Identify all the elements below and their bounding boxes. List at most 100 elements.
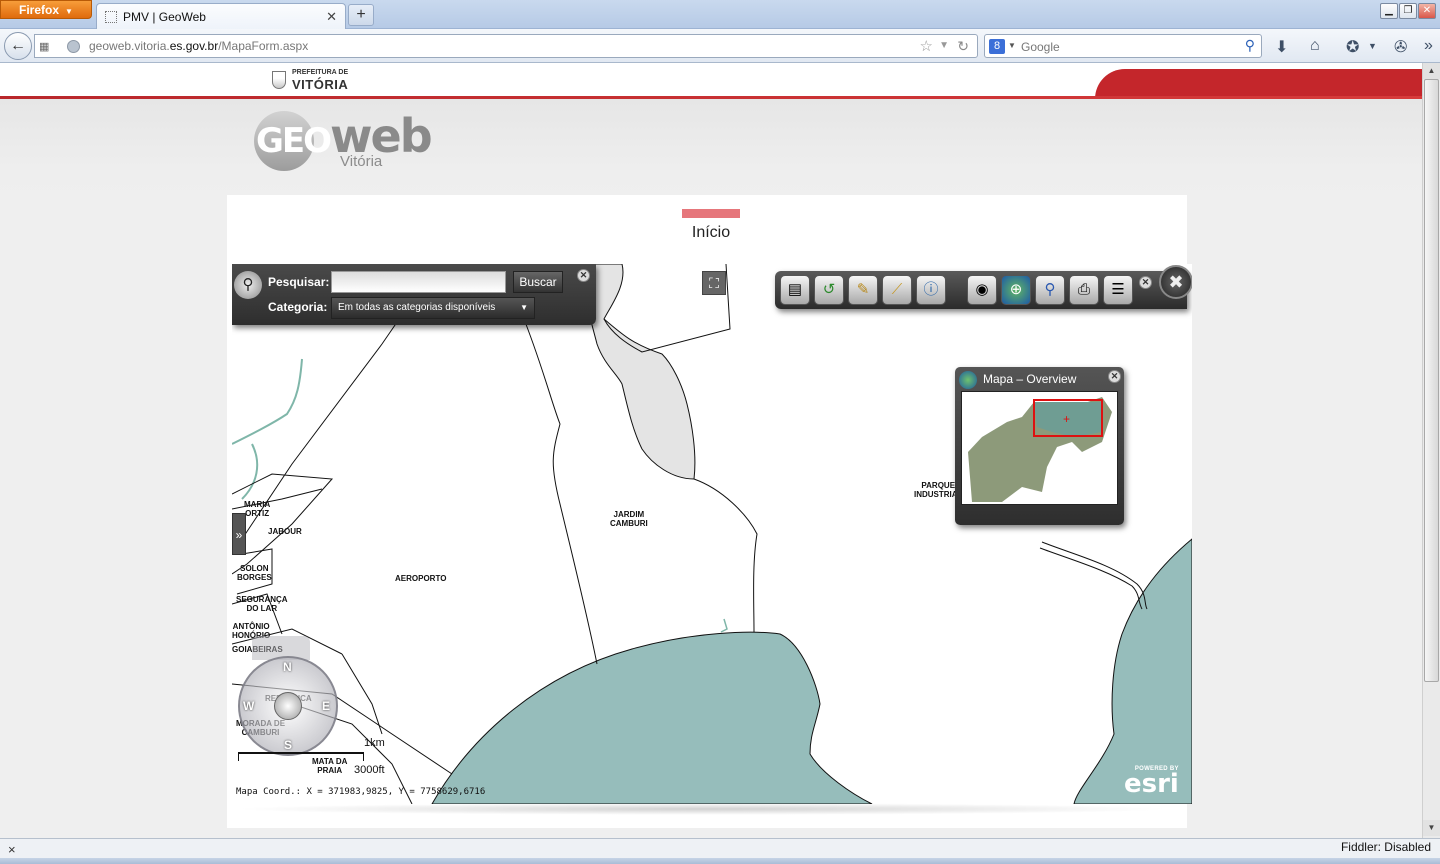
map-label-aeroporto: AEROPORTO (395, 574, 447, 583)
category-value: Em todas as categorias disponíveis (338, 302, 496, 313)
compass-hub-icon[interactable] (274, 692, 302, 720)
pan-west-icon[interactable]: W (243, 699, 254, 713)
map-canvas[interactable] (232, 264, 1192, 804)
measure-ruler-icon[interactable]: ⟋ (882, 275, 912, 305)
zoom-search-icon[interactable]: ⚲ (1035, 275, 1065, 305)
search-icon[interactable]: ⚲ (1245, 37, 1255, 54)
reload-icon[interactable]: ↻ (957, 38, 969, 55)
close-tab-icon[interactable]: ✕ (326, 9, 337, 25)
scroll-up-icon[interactable]: ▲ (1423, 63, 1440, 79)
sea-area (431, 631, 873, 804)
clear-graphics-icon[interactable]: ✎ (848, 275, 878, 305)
map-label-jardim-camburi: JARDIM CAMBURI (610, 510, 648, 528)
category-label: Categoria: (268, 300, 328, 314)
prefeitura-line2: VITÓRIA (292, 77, 349, 92)
tab-inicio[interactable]: Início (659, 224, 763, 242)
favicon-icon (105, 11, 117, 23)
identify-icon[interactable]: ⓘ (916, 275, 946, 305)
overview-panel: Mapa – Overview ✕ + (955, 367, 1124, 525)
chevron-down-icon: ▼ (65, 7, 73, 16)
search-bar[interactable]: 8 ▼ Google ⚲ (984, 34, 1262, 58)
taskbar-strip (0, 858, 1440, 864)
map-label-seguranca-do-lar: SEGURANÇA DO LAR (236, 595, 288, 613)
close-addon-bar-icon[interactable]: × (8, 842, 16, 857)
firefox-menu-label: Firefox (19, 3, 60, 17)
geoweb-logo-city: Vitória (340, 153, 383, 170)
browser-navbar: ← ▦ geoweb.vitoria.es.gov.br/MapaForm.as… (0, 29, 1440, 63)
vertical-scrollbar[interactable]: ▲ ▼ (1422, 63, 1440, 838)
map-coordinates: Mapa Coord.: X = 371983,9825, Y = 775862… (236, 787, 486, 797)
search-placeholder: Google (1021, 40, 1060, 54)
search-label: Pesquisar: (268, 275, 330, 289)
scroll-thumb[interactable] (1424, 79, 1439, 682)
header-swoosh (1095, 69, 1422, 99)
minimize-icon[interactable]: ▁ (1380, 3, 1398, 19)
url-text: geoweb.vitoria.es.gov.br/MapaForm.aspx (89, 39, 309, 53)
back-arrow-icon[interactable]: ← (4, 32, 32, 60)
map-view[interactable]: MARIA ORTIZ JABOUR SOLON BORGES SEGURANÇA D… (232, 264, 1192, 804)
addon-icon[interactable]: ✇ (1394, 37, 1407, 57)
bookmark-star-icon[interactable]: ☆ (920, 37, 933, 55)
map-label-solon-borges: SOLON BORGES (237, 564, 272, 582)
expand-panel-icon[interactable]: » (232, 513, 246, 555)
map-label-maria-ortiz: MARIA ORTIZ (244, 500, 271, 518)
firefox-menu-button[interactable]: Firefox ▼ (0, 0, 92, 19)
esri-wordmark: esri (1124, 769, 1179, 799)
google-engine-icon[interactable]: 8 (989, 39, 1005, 54)
scale-km-label: 1km (364, 737, 385, 749)
scroll-down-icon[interactable]: ▼ (1423, 820, 1440, 836)
home-icon[interactable]: ⌂ (1310, 37, 1320, 55)
panel-shadow (232, 803, 1172, 815)
close-search-icon[interactable]: ✕ (577, 269, 590, 282)
print-icon[interactable]: ⎙ (1069, 275, 1099, 305)
search-button[interactable]: Buscar (513, 271, 563, 293)
river (232, 358, 303, 445)
overflow-icon[interactable]: » (1424, 37, 1433, 55)
downloads-icon[interactable]: ⬇ (1275, 37, 1288, 57)
page-content: PREFEITURA DE VITÓRIA GEOweb Vitória Iní… (0, 63, 1422, 838)
engine-dropdown-icon[interactable]: ▼ (1008, 41, 1016, 50)
banner (0, 99, 1422, 199)
pan-north-icon[interactable]: N (283, 660, 292, 674)
chevron-down-icon: ▼ (520, 303, 528, 312)
close-toolbar-icon[interactable]: ✕ (1139, 276, 1152, 289)
search-magnifier-icon: ⚲ (234, 271, 262, 299)
close-overview-icon[interactable]: ✕ (1108, 370, 1121, 383)
pan-south-icon[interactable]: S (284, 738, 292, 752)
refresh-map-icon[interactable]: ↺ (814, 275, 844, 305)
legend-list-icon[interactable]: ☰ (1103, 275, 1133, 305)
fiddler-status[interactable]: Fiddler: Disabled (1341, 840, 1431, 854)
scale-km-bar (238, 752, 364, 761)
map-label-jabour: JABOUR (268, 527, 302, 536)
new-tab-button[interactable]: + (348, 4, 374, 26)
visibility-eye-icon[interactable]: ◉ (967, 275, 997, 305)
bookmarks-dropdown-icon[interactable]: ▼ (1368, 41, 1377, 51)
history-dropdown-icon[interactable]: ▼ (939, 40, 949, 51)
overview-map[interactable]: + (961, 391, 1118, 505)
full-extent-icon[interactable]: ⛶ (702, 271, 726, 295)
browser-tabbar: Firefox ▼ PMV | GeoWeb ✕ + ▁ ❐ ✕ (0, 0, 1440, 30)
browser-tab[interactable]: PMV | GeoWeb ✕ (96, 3, 346, 30)
navigation-compass[interactable]: N S E W (236, 654, 342, 758)
layers-icon[interactable]: ▤ (780, 275, 810, 305)
pan-east-icon[interactable]: E (322, 699, 330, 713)
tools-wrench-icon[interactable]: ✖ (1159, 265, 1192, 299)
tab-groups-icon[interactable]: ▦ (39, 40, 49, 53)
sea-right (1073, 538, 1192, 804)
site-identity-icon[interactable] (67, 40, 80, 53)
scale-ft-label: 3000ft (354, 764, 385, 776)
restore-icon[interactable]: ❐ (1399, 3, 1417, 19)
search-panel: ⚲ Pesquisar: Buscar ✕ Categoria: Em toda… (232, 264, 596, 325)
main-panel: Início MARIA ORTIZ JABOUR SOLON BORGES S… (227, 195, 1192, 828)
esri-logo[interactable]: POWERED BY esri (1124, 766, 1179, 799)
category-select[interactable]: Em todas as categorias disponíveis ▼ (331, 297, 535, 319)
close-window-icon[interactable]: ✕ (1418, 3, 1436, 19)
bookmarks-icon[interactable]: ✪ (1346, 37, 1359, 57)
svg-text:+: + (1063, 412, 1070, 426)
search-input[interactable] (331, 271, 506, 293)
basemap-globe-icon[interactable]: ⊕ (1001, 275, 1031, 305)
address-bar[interactable]: ▦ geoweb.vitoria.es.gov.br/MapaForm.aspx… (34, 34, 978, 58)
map-toolbar: ▤ ↺ ✎ ⟋ ⓘ ◉ ⊕ ⚲ ⎙ ☰ ✕ ✖ (775, 265, 1192, 309)
coat-of-arms-icon (272, 71, 286, 89)
overview-title: Mapa – Overview (983, 372, 1077, 386)
